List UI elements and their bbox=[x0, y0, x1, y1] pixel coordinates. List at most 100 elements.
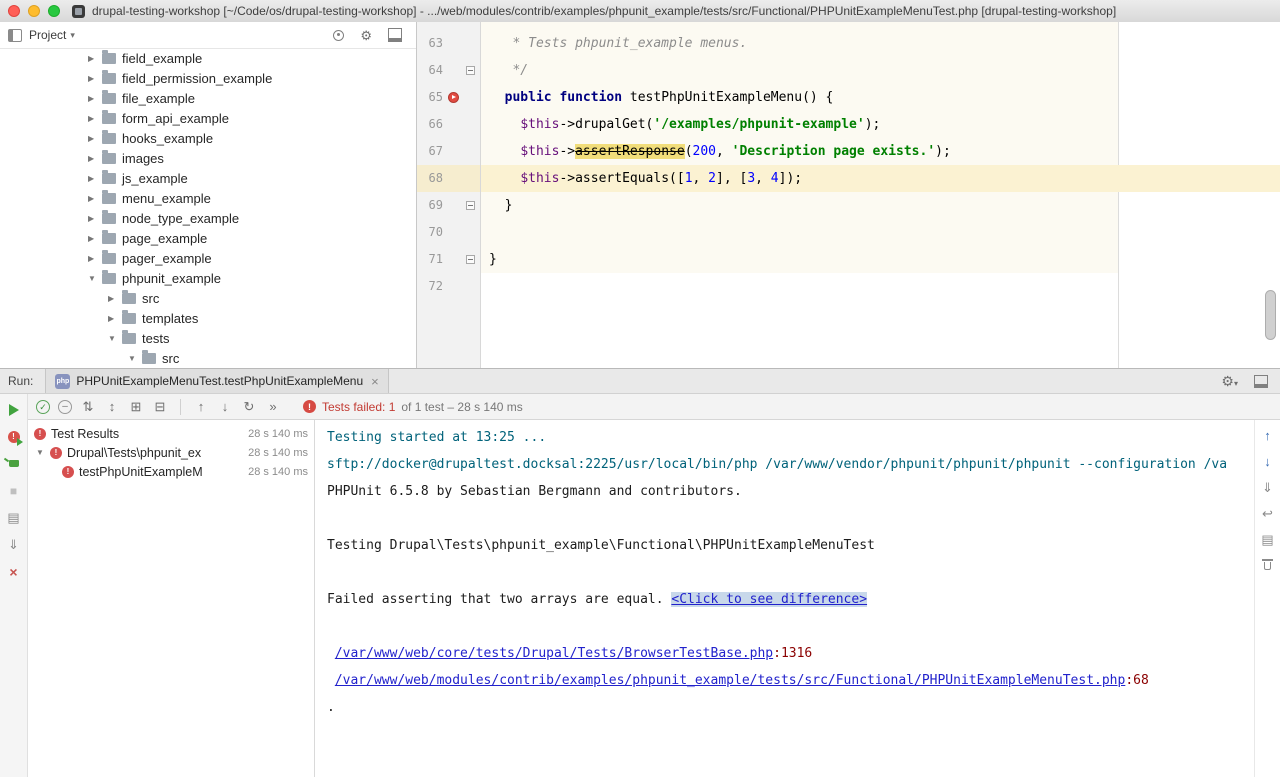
code-line[interactable] bbox=[481, 273, 1280, 300]
rerun-failed-tests-icon[interactable]: ! bbox=[6, 429, 21, 444]
tree-chevron-icon[interactable]: ▶ bbox=[108, 314, 122, 323]
tree-chevron-icon[interactable]: ▶ bbox=[88, 54, 102, 63]
fold-icon[interactable] bbox=[466, 201, 475, 210]
rerun-tests-icon[interactable] bbox=[6, 402, 21, 417]
close-tab-icon[interactable]: × bbox=[371, 374, 379, 389]
chevron-down-icon[interactable]: ▾ bbox=[70, 30, 75, 41]
code-line[interactable]: $this->assertResponse(200, 'Description … bbox=[481, 138, 1280, 165]
show-ignored-icon[interactable]: – bbox=[58, 400, 72, 414]
project-item-node_type_example[interactable]: ▶node_type_example bbox=[0, 208, 416, 228]
fold-icon[interactable] bbox=[466, 66, 475, 75]
export-test-results-icon[interactable]: ⇓ bbox=[6, 537, 21, 552]
console-link[interactable]: <Click to see difference> bbox=[671, 592, 867, 607]
tree-chevron-icon[interactable]: ▶ bbox=[88, 174, 102, 183]
up-the-stack-trace-icon[interactable]: ↑ bbox=[1260, 428, 1275, 443]
clear-console-icon[interactable] bbox=[1260, 558, 1275, 573]
console-link[interactable]: /var/www/web/core/tests/Drupal/Tests/Bro… bbox=[335, 646, 773, 661]
line-number: 72 bbox=[417, 273, 443, 300]
code-line[interactable]: public function testPhpUnitExampleMenu()… bbox=[481, 84, 1280, 111]
project-item-js_example[interactable]: ▶js_example bbox=[0, 168, 416, 188]
project-item-phpunit_example[interactable]: ▼phpunit_example bbox=[0, 268, 416, 288]
close-window-button[interactable] bbox=[8, 5, 20, 17]
test-tree-item[interactable]: !testPhpUnitExampleM28 s 140 ms bbox=[28, 462, 314, 481]
scroll-to-end-icon[interactable]: ⇓ bbox=[1260, 480, 1275, 495]
minimize-window-button[interactable] bbox=[28, 5, 40, 17]
test-tree-item[interactable]: !Test Results28 s 140 ms bbox=[28, 424, 314, 443]
stop-icon[interactable]: ■ bbox=[6, 483, 21, 498]
soft-wrap-icon[interactable]: ↩ bbox=[1260, 506, 1275, 521]
editor-code-area[interactable]: * Tests phpunit_example menus. */ public… bbox=[481, 22, 1280, 368]
project-item-field_permission_example[interactable]: ▶field_permission_example bbox=[0, 68, 416, 88]
tree-chevron-icon[interactable]: ▶ bbox=[108, 294, 122, 303]
toggle-auto-test-icon[interactable] bbox=[6, 456, 21, 471]
code-line[interactable]: } bbox=[481, 192, 1280, 219]
sort-by-duration-icon[interactable]: ⇅ bbox=[80, 399, 96, 415]
more-actions-icon[interactable]: » bbox=[265, 399, 281, 415]
console-link[interactable]: /var/www/web/modules/contrib/examples/ph… bbox=[335, 673, 1126, 688]
next-failed-test-icon[interactable]: ↓ bbox=[217, 399, 233, 415]
print-icon[interactable]: ▤ bbox=[1260, 532, 1275, 547]
code-line[interactable] bbox=[481, 219, 1280, 246]
down-the-stack-trace-icon[interactable]: ↓ bbox=[1260, 454, 1275, 469]
project-item-hooks_example[interactable]: ▶hooks_example bbox=[0, 128, 416, 148]
tree-chevron-icon[interactable]: ▼ bbox=[128, 354, 142, 363]
test-console[interactable]: Testing started at 13:25 ...sftp://docke… bbox=[316, 420, 1254, 777]
expand-all-icon[interactable]: ⊞ bbox=[128, 399, 144, 415]
project-item-pager_example[interactable]: ▶ pager_example bbox=[0, 248, 416, 268]
previous-failed-test-icon[interactable]: ↑ bbox=[193, 399, 209, 415]
tree-chevron-icon[interactable]: ▶ bbox=[88, 214, 102, 223]
close-panel-icon[interactable]: × bbox=[6, 564, 21, 579]
editor[interactable]: 63646566676869707172 * Tests phpunit_exa… bbox=[417, 22, 1280, 368]
test-duration: 28 s 140 ms bbox=[240, 447, 308, 459]
code-line[interactable]: * Tests phpunit_example menus. bbox=[481, 30, 1280, 57]
code-line[interactable]: $this->assertEquals([1, 2], [3, 4]); bbox=[481, 165, 1280, 192]
layout-settings-icon[interactable]: ▤ bbox=[6, 510, 21, 525]
project-item-images[interactable]: ▶images bbox=[0, 148, 416, 168]
tree-chevron-icon[interactable]: ▶ bbox=[88, 114, 102, 123]
tree-item-label: pager_example bbox=[122, 251, 212, 266]
status-failed-text: Tests failed: 1 bbox=[322, 400, 395, 414]
run-tab[interactable]: php PHPUnitExampleMenuTest.testPhpUnitEx… bbox=[45, 369, 388, 393]
project-item-page_example[interactable]: ▶page_example bbox=[0, 228, 416, 248]
code-line[interactable]: $this->drupalGet('/examples/phpunit-exam… bbox=[481, 111, 1280, 138]
folder-icon bbox=[102, 153, 116, 164]
failed-test-gutter-icon[interactable] bbox=[448, 92, 459, 103]
collapse-all-icon[interactable]: ⊟ bbox=[152, 399, 168, 415]
settings-gear-icon[interactable]: ⚙ bbox=[360, 29, 372, 42]
locate-file-icon[interactable] bbox=[333, 30, 344, 41]
test-history-icon[interactable]: ↻ bbox=[241, 399, 257, 415]
project-item-menu_example[interactable]: ▶menu_example bbox=[0, 188, 416, 208]
tree-chevron-icon[interactable]: ▶ bbox=[88, 94, 102, 103]
sort-alphabetically-icon[interactable]: ↕ bbox=[104, 399, 120, 415]
project-item-templates[interactable]: ▶templates bbox=[0, 308, 416, 328]
code-line[interactable]: */ bbox=[481, 57, 1280, 84]
tree-chevron-icon[interactable]: ▶ bbox=[88, 254, 102, 263]
code-line[interactable]: } bbox=[481, 246, 1280, 273]
zoom-window-button[interactable] bbox=[48, 5, 60, 17]
tree-chevron-icon[interactable]: ▶ bbox=[88, 234, 102, 243]
test-tree-item[interactable]: ▼!Drupal\Tests\phpunit_ex28 s 140 ms bbox=[28, 443, 314, 462]
tree-chevron-icon[interactable]: ▼ bbox=[108, 334, 122, 343]
editor-scrollbar-thumb[interactable] bbox=[1265, 290, 1276, 340]
settings-gear-icon[interactable]: ⚙▾ bbox=[1221, 373, 1238, 390]
tree-chevron-icon[interactable]: ▼ bbox=[36, 448, 50, 457]
project-item-file_example[interactable]: ▶file_example bbox=[0, 88, 416, 108]
fold-icon[interactable] bbox=[466, 255, 475, 264]
tree-chevron-icon[interactable]: ▶ bbox=[88, 154, 102, 163]
gutter-row: 72 bbox=[417, 273, 480, 300]
tree-chevron-icon[interactable]: ▼ bbox=[88, 274, 102, 283]
show-passed-icon[interactable]: ✓ bbox=[36, 400, 50, 414]
tree-chevron-icon[interactable]: ▶ bbox=[88, 134, 102, 143]
project-item-src[interactable]: ▶src bbox=[0, 288, 416, 308]
project-item-form_api_example[interactable]: ▶form_api_example bbox=[0, 108, 416, 128]
tree-chevron-icon[interactable]: ▶ bbox=[88, 74, 102, 83]
project-header-title[interactable]: Project bbox=[29, 28, 66, 42]
project-item-tests[interactable]: ▼tests bbox=[0, 328, 416, 348]
tree-chevron-icon[interactable]: ▶ bbox=[88, 194, 102, 203]
project-item-src[interactable]: ▼src bbox=[0, 348, 416, 368]
project-tool-window-icon[interactable] bbox=[8, 29, 22, 42]
hide-panel-icon[interactable] bbox=[388, 28, 402, 42]
hide-panel-icon[interactable] bbox=[1254, 375, 1268, 388]
project-item-field_example[interactable]: ▶field_example bbox=[0, 48, 416, 68]
test-duration: 28 s 140 ms bbox=[240, 466, 308, 478]
